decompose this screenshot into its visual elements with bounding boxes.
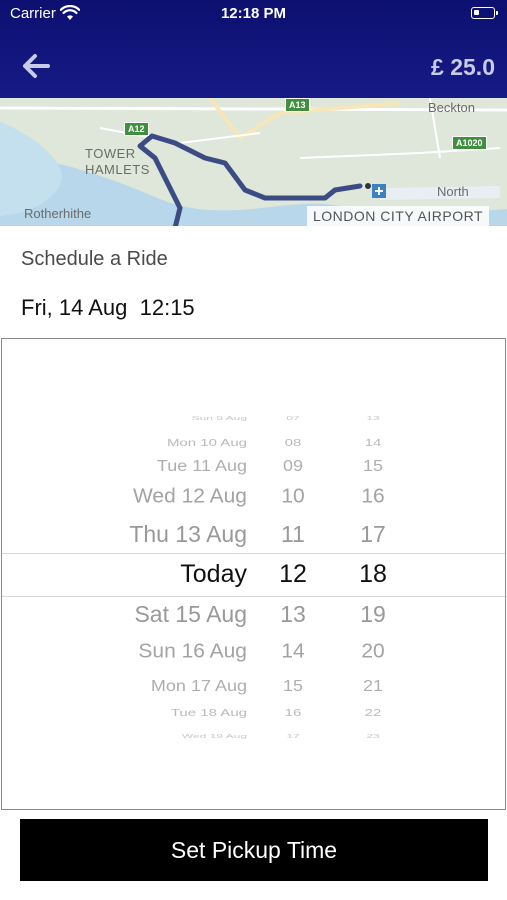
picker-minute: 13 (366, 414, 380, 422)
app-screen: Carrier 12:18 PM £ 25.0 A13 A12 A1020 TO… (0, 0, 507, 900)
map-label-north: North (437, 184, 469, 199)
date-time-picker[interactable]: Sun 9 Aug 07 13 Mon 10 Aug 08 14 Tue 11 Aug 09 1… (1, 338, 506, 810)
picker-minute: 21 (362, 677, 384, 695)
road-shield-a13: A13 (285, 98, 310, 112)
picker-date: Tue 11 Aug (156, 457, 247, 475)
schedule-title: Schedule a Ride (21, 248, 168, 270)
picker-date: Sat 15 Aug (134, 601, 247, 627)
picker-hour: 17 (286, 732, 300, 740)
picker-hour: 14 (281, 640, 305, 663)
fare-amount: £ 25.0 (431, 54, 495, 80)
picker-row[interactable]: Mon 17 Aug 15 21 (2, 672, 505, 701)
picker-hour: 13 (280, 601, 306, 627)
selected-datetime: Fri, 14 Aug 12:15 (21, 295, 195, 320)
picker-row[interactable]: Tue 18 Aug 16 22 (2, 701, 505, 725)
picker-date: Sun 16 Aug (138, 640, 247, 663)
picker-hour: 11 (281, 521, 305, 547)
picker-minute: 16 (361, 485, 385, 508)
picker-minute: 23 (366, 732, 380, 740)
map-label-beckton: Beckton (428, 100, 475, 115)
picker-row[interactable]: Thu 13 Aug 11 17 (2, 517, 505, 551)
picker-date: Sun 9 Aug (191, 414, 247, 422)
map-label-tower-hamlets: TOWER HAMLETS (85, 146, 150, 177)
picker-date: Tue 18 Aug (170, 706, 247, 719)
map-label-airport: LONDON CITY AIRPORT (306, 206, 489, 226)
picker-row[interactable]: Tue 11 Aug 09 15 (2, 452, 505, 481)
picker-hour: 07 (286, 414, 300, 422)
picker-hour: 10 (281, 485, 305, 508)
picker-date: Wed 12 Aug (132, 485, 247, 508)
picker-row[interactable]: Sun 9 Aug 07 13 (2, 410, 505, 425)
set-pickup-time-button[interactable]: Set Pickup Time (20, 819, 488, 881)
picker-row[interactable]: Sat 15 Aug 13 19 (2, 597, 505, 631)
road-shield-a12: A12 (124, 122, 149, 136)
picker-row-selected[interactable]: Today 12 18 (2, 557, 505, 591)
picker-minute: 20 (361, 640, 385, 663)
battery-icon (471, 7, 498, 19)
picker-minute: 22 (364, 706, 382, 719)
map-label-rotherhithe: Rotherhithe (24, 206, 92, 221)
road-shield-a1020: A1020 (452, 136, 487, 150)
picker-date: Today (180, 560, 247, 588)
picker-row[interactable]: Wed 19 Aug 17 23 (2, 728, 505, 743)
picker-hour: 15 (282, 677, 304, 695)
picker-date: Mon 17 Aug (150, 677, 247, 695)
picker-row[interactable]: Sun 16 Aug 14 20 (2, 636, 505, 668)
status-bar: Carrier 12:18 PM (0, 0, 507, 30)
picker-hour: 09 (282, 457, 304, 475)
picker-minute: 17 (360, 521, 386, 547)
picker-date: Thu 13 Aug (129, 521, 247, 547)
route-map[interactable]: A13 A12 A1020 TOWER HAMLETS Rotherhithe … (0, 98, 507, 226)
picker-minute: 19 (360, 601, 386, 627)
picker-hour: 16 (284, 706, 302, 719)
picker-row[interactable]: Wed 12 Aug 10 16 (2, 481, 505, 513)
back-arrow-icon[interactable] (20, 50, 52, 82)
status-time: 12:18 PM (220, 5, 287, 22)
picker-hour: 12 (279, 560, 307, 588)
picker-date: Wed 19 Aug (181, 732, 247, 740)
header-bar: Carrier 12:18 PM £ 25.0 (0, 0, 507, 98)
picker-minute: 18 (359, 560, 387, 588)
picker-minute: 15 (362, 457, 384, 475)
